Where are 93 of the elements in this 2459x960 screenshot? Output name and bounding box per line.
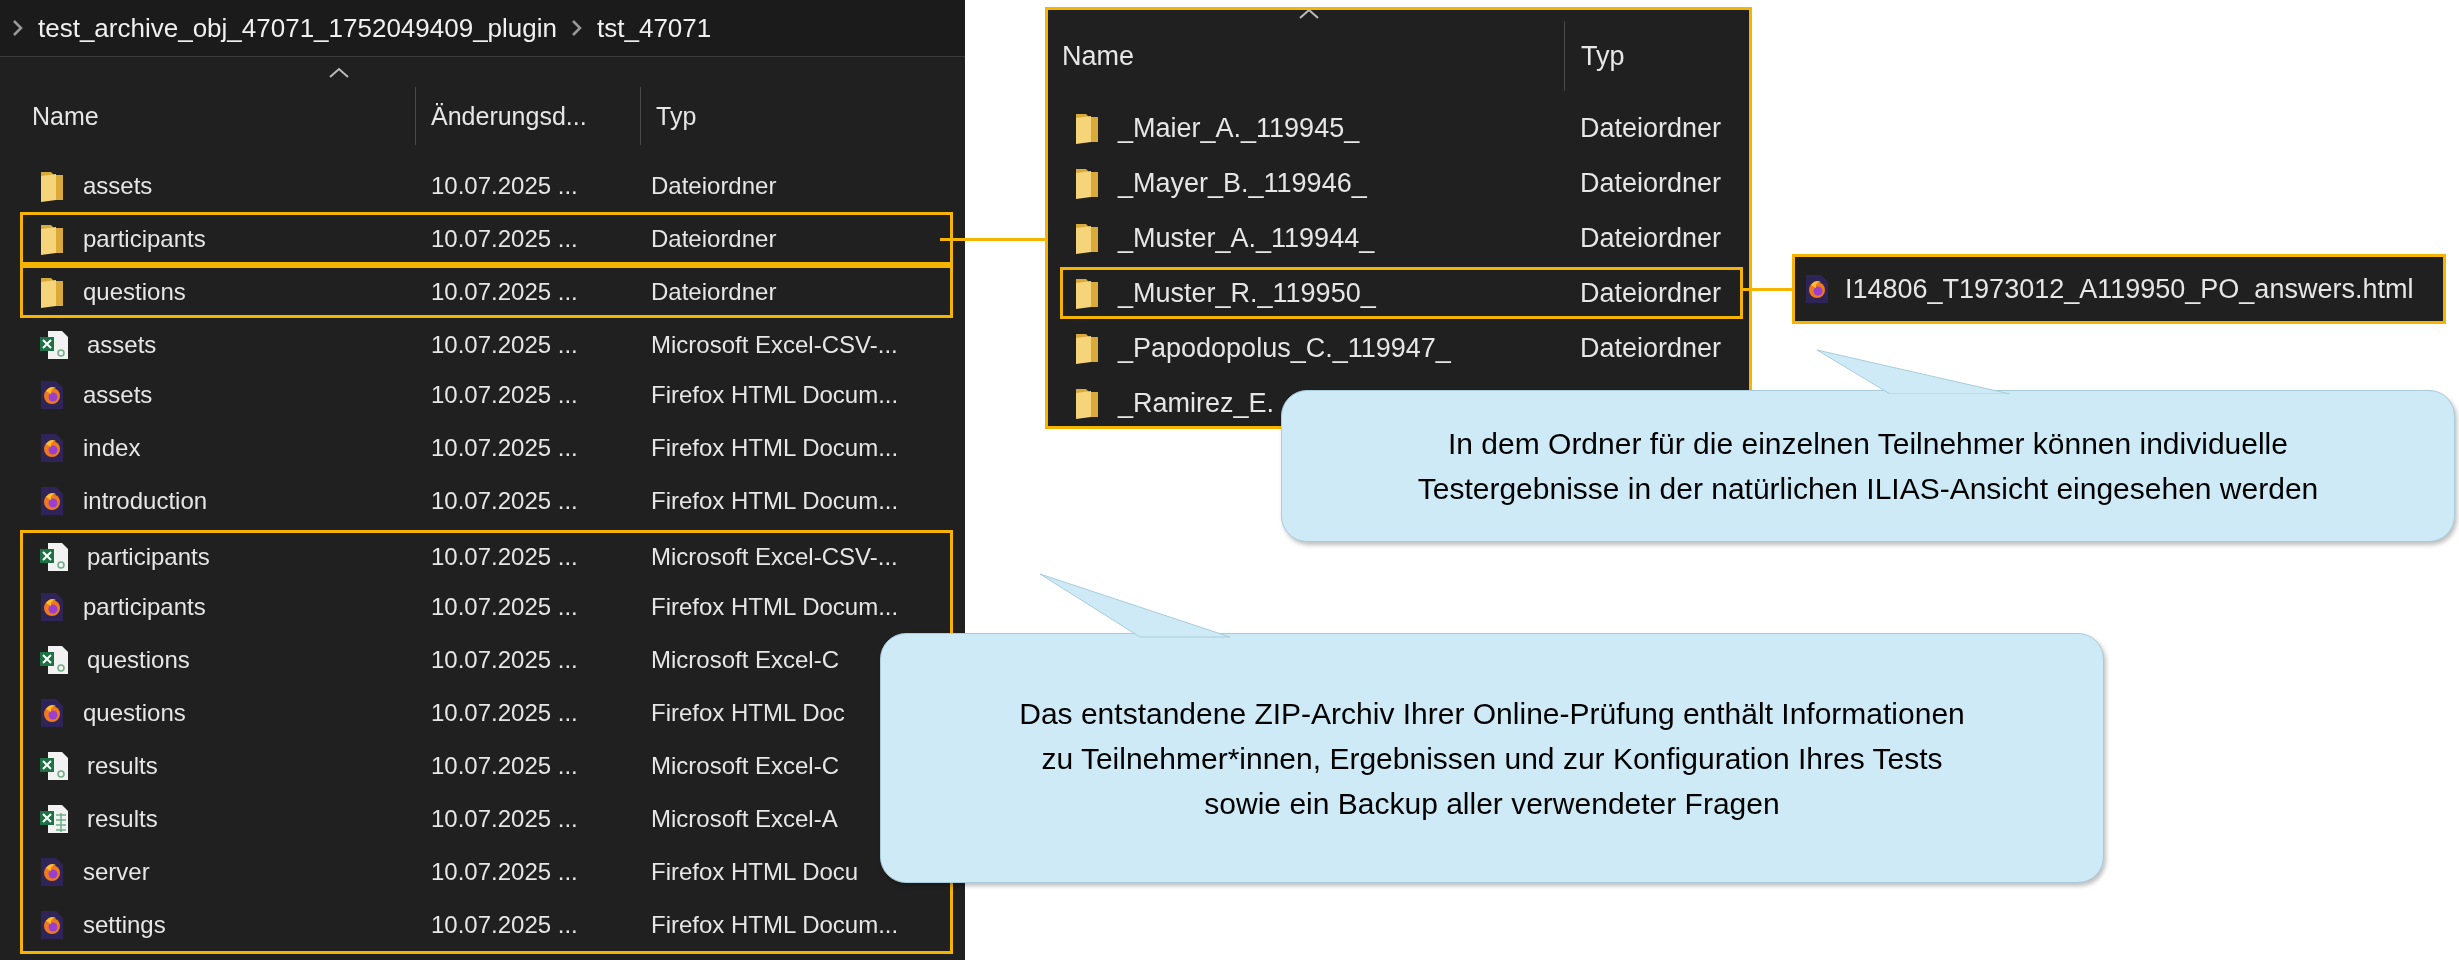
column-header[interactable]: Änderungsd... <box>415 87 640 145</box>
folder-icon <box>38 222 66 255</box>
spreadsheet-file-icon <box>38 643 70 676</box>
file-name[interactable]: introduction <box>83 486 208 515</box>
modified-date: 10.07.2025 ... <box>431 910 579 939</box>
modified-date: 10.07.2025 ... <box>431 277 579 306</box>
column-header[interactable]: Typ <box>1564 21 1749 91</box>
file-type: Dateiordner <box>1580 277 1723 309</box>
file-type: Dateiordner <box>1580 112 1723 144</box>
modified-date: 10.07.2025 ... <box>431 171 579 200</box>
file-type: Microsoft Excel-A <box>651 804 839 833</box>
modified-date: 10.07.2025 ... <box>431 804 579 833</box>
file-type: Dateiordner <box>651 277 778 306</box>
modified-date: 10.07.2025 ... <box>431 433 579 462</box>
browser-document-icon <box>38 696 66 729</box>
browser-document-icon <box>38 855 66 888</box>
file-name[interactable]: assets <box>83 171 153 200</box>
modified-date: 10.07.2025 ... <box>431 857 579 886</box>
file-name[interactable]: settings <box>83 910 166 939</box>
chevron-icon <box>12 19 24 37</box>
sort-caret-icon <box>1298 10 1320 20</box>
folder-icon <box>1073 277 1101 309</box>
column-header[interactable]: Name <box>0 101 415 131</box>
folder-name[interactable]: _Mayer_B._119946_ <box>1118 167 1367 199</box>
file-name[interactable]: participants <box>83 592 206 621</box>
file-type: Firefox HTML Docum... <box>651 433 900 462</box>
file-name[interactable]: results <box>87 804 158 833</box>
folder-icon <box>38 275 66 308</box>
browser-document-icon <box>38 431 66 464</box>
folder-name[interactable]: _Maier_A._119945_ <box>1118 112 1360 144</box>
file-type: Microsoft Excel-C <box>651 645 841 674</box>
folder-name[interactable]: _Muster_A._119944_ <box>1118 222 1375 254</box>
callout-text: Das entstandene ZIP-Archiv Ihrer Online-Prüfung enthält Informationen zu Teilnehmer*innen, Ergebnissen und zur Konfiguration Ihres Tests sowie ein Backup aller verwendeter Fragen <box>1019 695 1965 822</box>
browser-document-icon <box>38 908 66 941</box>
file-row[interactable]: I14806_T1973012_A119950_PO_answers.html <box>1792 254 2446 324</box>
file-type: Firefox HTML Doc <box>651 698 846 727</box>
modified-date: 10.07.2025 ... <box>431 645 579 674</box>
column-header[interactable]: Name <box>1048 40 1564 72</box>
modified-date: 10.07.2025 ... <box>431 542 579 571</box>
browser-document-icon <box>38 378 66 411</box>
file-type: Firefox HTML Docum... <box>651 486 900 515</box>
file-type: Firefox HTML Docum... <box>651 592 900 621</box>
file-type: Firefox HTML Docu <box>651 857 860 886</box>
browser-document-icon <box>38 590 66 623</box>
file-type: Microsoft Excel-C <box>651 751 841 780</box>
file-type: Firefox HTML Docum... <box>651 380 900 409</box>
file-name[interactable]: participants <box>83 224 206 253</box>
file-type: Microsoft Excel-CSV-... <box>651 542 899 571</box>
browser-document-icon <box>1803 273 1831 305</box>
chevron-icon <box>571 19 583 37</box>
modified-date: 10.07.2025 ... <box>431 330 579 359</box>
modified-date: 10.07.2025 ... <box>431 224 579 253</box>
file-type: Dateiordner <box>651 171 778 200</box>
file-name[interactable]: questions <box>83 277 186 306</box>
file-type: Firefox HTML Docum... <box>651 910 900 939</box>
file-type: Microsoft Excel-CSV-... <box>651 330 899 359</box>
file-name[interactable]: assets <box>87 330 157 359</box>
breadcrumb-item[interactable]: test_archive_obj_47071_1752049409_plugin <box>38 12 557 44</box>
folder-name[interactable]: _Ramirez_E. <box>1118 387 1275 419</box>
modified-date: 10.07.2025 ... <box>431 751 579 780</box>
spreadsheet-file-icon <box>38 802 70 835</box>
folder-icon <box>1073 112 1101 144</box>
spreadsheet-file-icon <box>38 749 70 782</box>
modified-date: 10.07.2025 ... <box>431 592 579 621</box>
modified-date: 10.07.2025 ... <box>431 698 579 727</box>
folder-icon <box>1073 387 1101 419</box>
spreadsheet-file-icon <box>38 328 70 361</box>
file-type: Dateiordner <box>1580 332 1723 364</box>
modified-date: 10.07.2025 ... <box>431 380 579 409</box>
browser-document-icon <box>38 484 66 517</box>
file-name[interactable]: index <box>83 433 141 462</box>
breadcrumb-item[interactable]: tst_47071 <box>597 12 712 44</box>
modified-date: 10.07.2025 ... <box>431 486 579 515</box>
folder-icon <box>38 169 66 202</box>
spreadsheet-file-icon <box>38 540 70 573</box>
file-type: Dateiordner <box>1580 167 1723 199</box>
file-name[interactable]: questions <box>87 645 190 674</box>
file-name[interactable]: server <box>83 857 150 886</box>
callout-text: In dem Ordner für die einzelnen Teilnehmer können individuelle Testergebnisse in der natürlichen ILIAS-Ansicht eingesehen werden <box>1417 426 2319 507</box>
file-name[interactable]: questions <box>83 698 186 727</box>
column-header[interactable]: Typ <box>640 87 965 145</box>
folder-icon <box>1073 332 1101 364</box>
file-type: Dateiordner <box>651 224 778 253</box>
file-type: Dateiordner <box>1580 222 1723 254</box>
file-name[interactable]: assets <box>83 380 153 409</box>
folder-name[interactable]: _Papodopolus_C._119947_ <box>1118 332 1451 364</box>
folder-icon <box>1073 222 1101 254</box>
file-name[interactable]: results <box>87 751 158 780</box>
file-name[interactable]: I14806_T1973012_A119950_PO_answers.html <box>1845 273 2414 305</box>
folder-name[interactable]: _Muster_R._119950_ <box>1118 277 1376 309</box>
file-name[interactable]: participants <box>87 542 210 571</box>
sort-caret-icon <box>328 67 350 79</box>
folder-icon <box>1073 167 1101 199</box>
